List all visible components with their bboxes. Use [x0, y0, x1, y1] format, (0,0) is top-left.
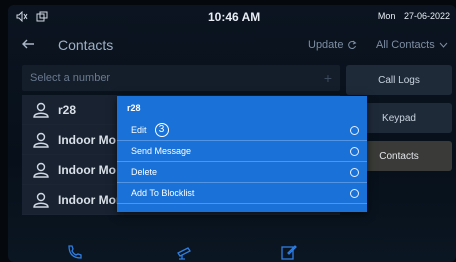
menu-title: r28	[127, 103, 141, 113]
title-bar: Contacts Update All Contacts	[8, 31, 456, 61]
menu-item-edit[interactable]: Edit 3	[117, 120, 367, 141]
day-label: Mon	[377, 11, 396, 21]
contact-context-menu: r28 Edit 3 Send Message Delete Add To Bl…	[117, 96, 367, 212]
clock: 10:46 AM	[208, 10, 261, 24]
status-icons	[16, 11, 48, 22]
person-icon	[33, 192, 49, 208]
contact-filter-dropdown[interactable]: All Contacts	[376, 39, 448, 51]
menu-item-label: Delete	[131, 167, 158, 177]
phone-icon[interactable]	[66, 243, 84, 261]
step-marker: 3	[154, 123, 169, 137]
contact-name: Indoor Mo	[58, 162, 116, 177]
radio-button[interactable]	[350, 168, 359, 177]
edit-icon[interactable]	[280, 243, 298, 261]
person-icon	[33, 102, 49, 118]
contact-name: r28	[58, 102, 77, 117]
speaker-icon	[16, 11, 28, 22]
date-display: Mon 27-06-2022	[372, 11, 450, 21]
window-icon	[36, 11, 48, 22]
back-arrow-icon[interactable]	[20, 36, 36, 52]
add-contact-icon[interactable]: +	[324, 70, 332, 86]
menu-item-delete[interactable]: Delete	[117, 162, 367, 183]
update-label: Update	[308, 39, 344, 51]
menu-item-label: Add To Blocklist	[131, 188, 195, 198]
device-screen: 10:46 AM Mon 27-06-2022 Contacts Update …	[8, 5, 456, 262]
update-button[interactable]: Update	[308, 39, 357, 51]
contact-name: Indoor Mo	[58, 132, 116, 147]
chevron-down-icon	[439, 42, 448, 48]
number-search: +	[22, 65, 340, 91]
refresh-icon	[348, 40, 357, 50]
filter-label: All Contacts	[376, 39, 435, 51]
person-icon	[33, 162, 49, 178]
menu-item-label: Send Message	[131, 146, 192, 156]
radio-button[interactable]	[350, 189, 359, 198]
date-label: 27-06-2022	[403, 11, 450, 21]
page-title: Contacts	[58, 37, 114, 53]
status-bar: 10:46 AM Mon 27-06-2022	[8, 5, 456, 29]
menu-item-label: Edit	[131, 125, 147, 135]
camera-icon[interactable]	[176, 243, 194, 261]
bottom-toolbar	[8, 239, 456, 262]
radio-button[interactable]	[350, 126, 359, 135]
tab-call-logs[interactable]: Call Logs	[346, 65, 452, 95]
number-input[interactable]	[22, 65, 340, 91]
person-icon	[33, 132, 49, 148]
radio-button[interactable]	[350, 147, 359, 156]
menu-item-send-message[interactable]: Send Message	[117, 141, 367, 162]
menu-item-add-to-blocklist[interactable]: Add To Blocklist	[117, 183, 367, 204]
